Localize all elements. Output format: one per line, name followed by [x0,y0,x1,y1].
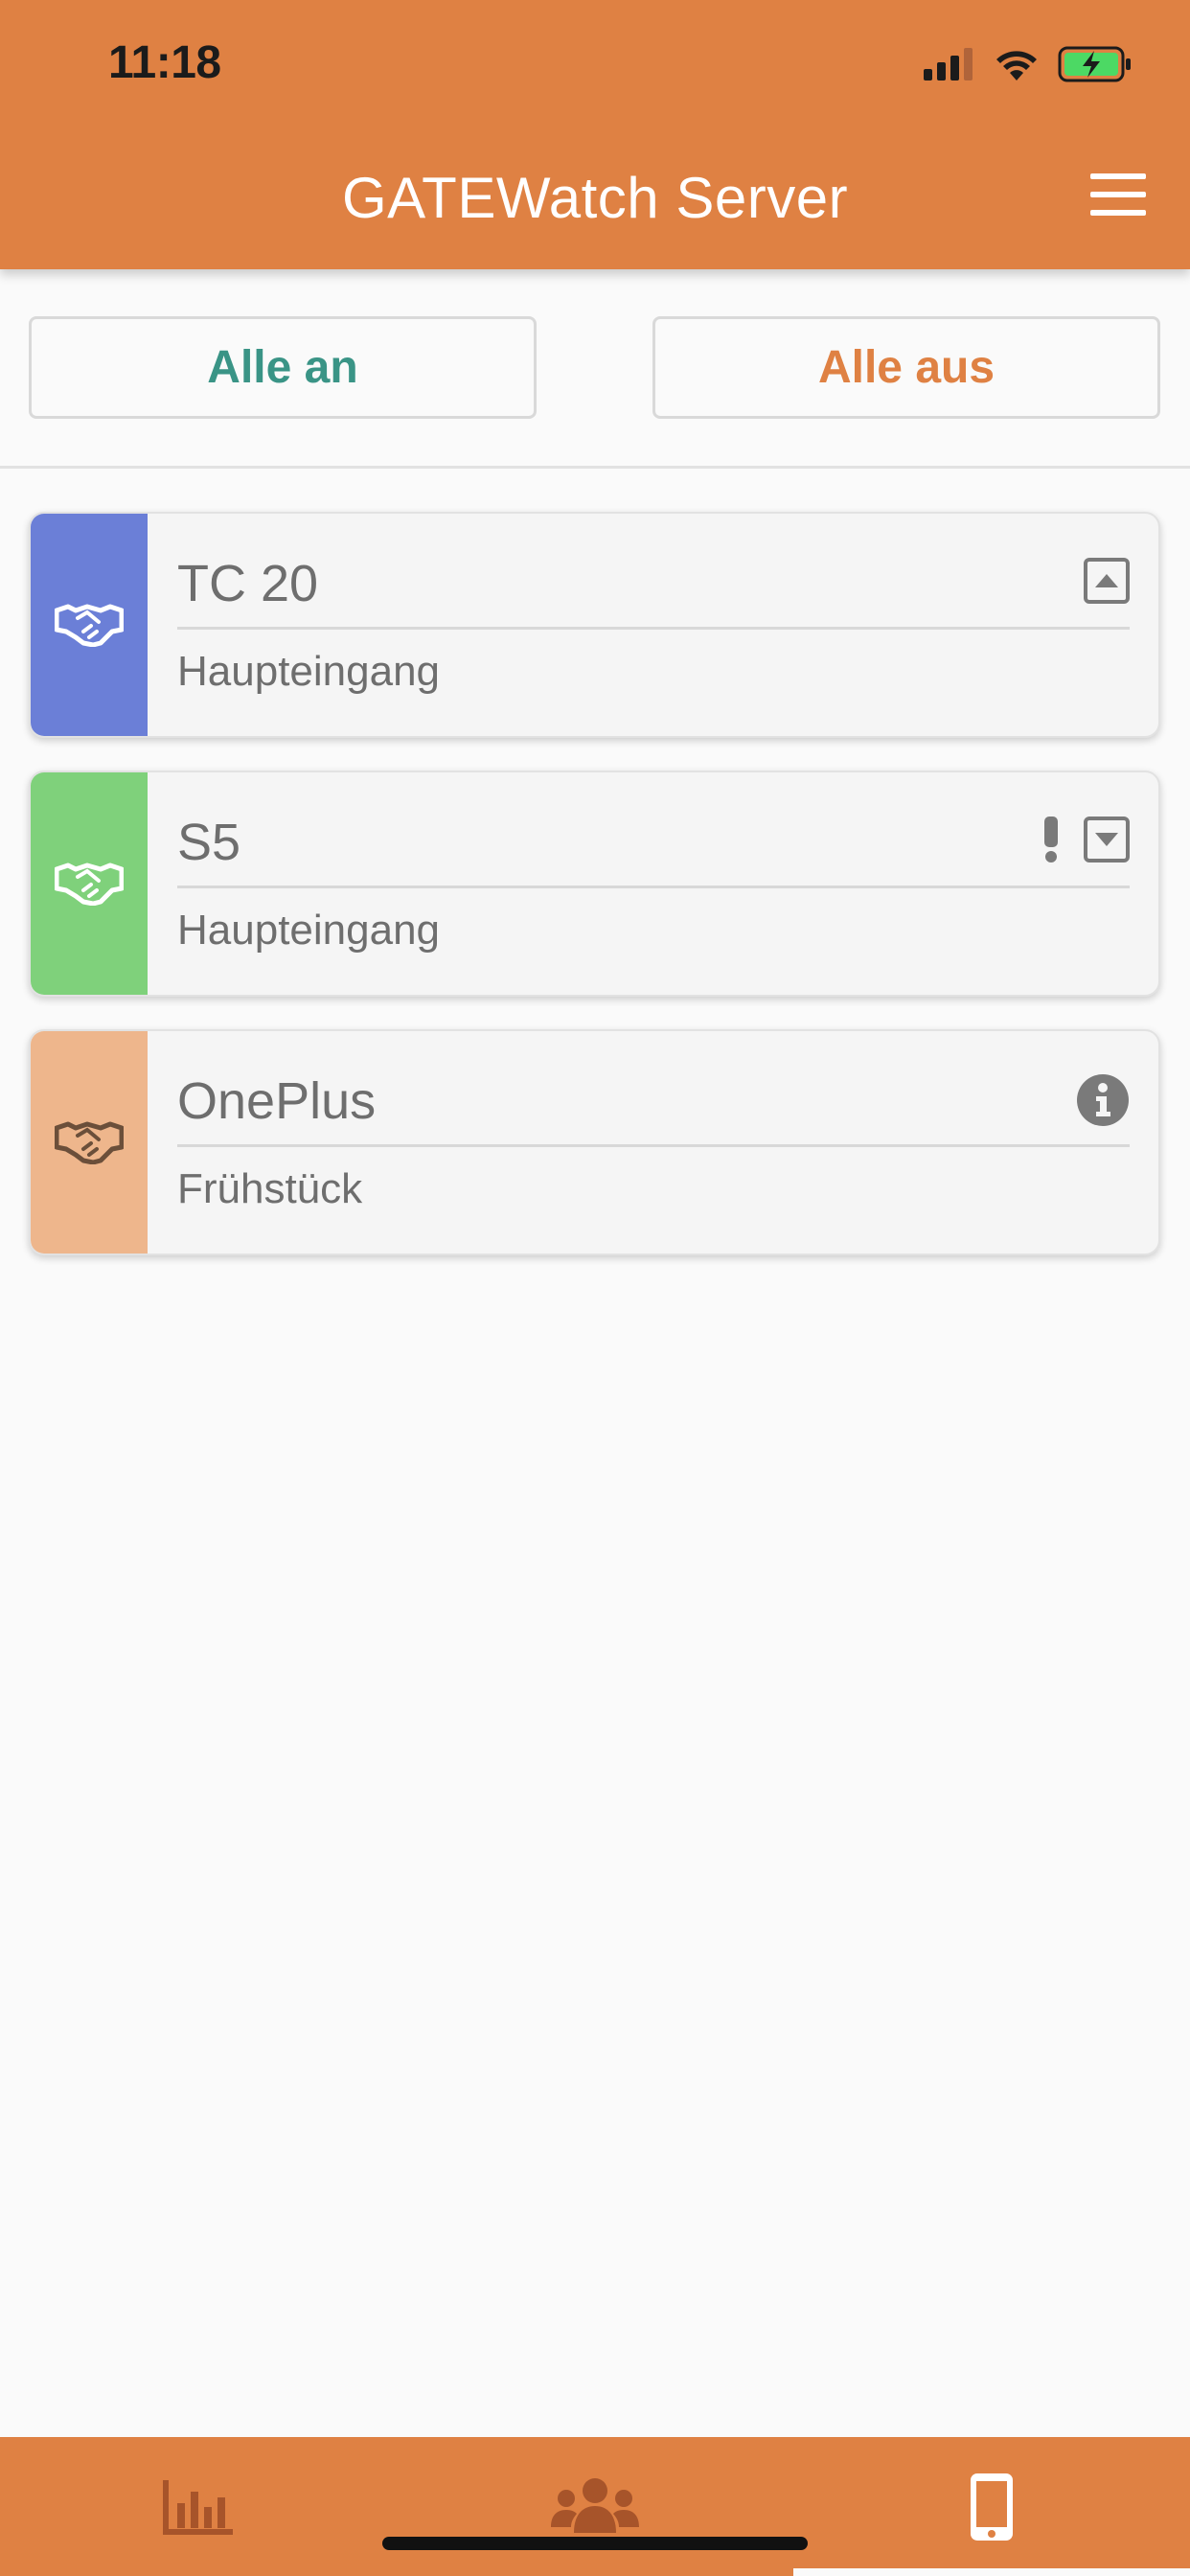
divider [0,466,1190,469]
tab-statistics[interactable] [0,2437,397,2576]
users-group-icon [551,2477,639,2533]
app-header: 11:18 GATEWatch Server [0,0,1190,269]
tab-users[interactable] [397,2437,793,2576]
device-card[interactable]: S5 Haupteingang [29,770,1160,997]
app-title: GATEWatch Server [341,166,849,230]
wifi-icon [996,51,1037,80]
warning-exclamation-icon [1044,816,1058,862]
status-time: 11:18 [108,37,221,88]
device-card[interactable]: TC 20 Haupteingang [29,512,1160,738]
signal-bars-icon [924,48,973,80]
status-icons [924,42,1133,86]
device-location: Frühstück [177,1165,363,1212]
info-icon[interactable] [1076,1073,1130,1127]
battery-charging-icon [1058,46,1131,82]
device-color-strip [31,772,148,995]
device-name: S5 [177,814,241,871]
all-off-button[interactable]: Alle aus [652,316,1160,419]
device-name: TC 20 [177,555,319,612]
handshake-icon [55,862,124,906]
active-tab-indicator [793,2568,1190,2576]
card-divider [177,886,1130,888]
tab-devices[interactable] [793,2437,1190,2576]
device-color-strip [31,514,148,736]
handshake-icon [55,1121,124,1164]
collapse-up-icon[interactable] [1084,558,1130,604]
all-on-button[interactable]: Alle an [29,316,537,419]
handshake-icon [55,604,124,647]
device-card[interactable]: OnePlus Frühstück [29,1029,1160,1255]
device-location: Haupteingang [177,907,441,954]
expand-down-icon[interactable] [1084,816,1130,862]
mobile-phone-icon [971,2472,1013,2541]
hamburger-menu-icon[interactable] [1090,173,1146,216]
device-color-strip [31,1031,148,1254]
card-divider [177,627,1130,630]
device-name: OnePlus [177,1072,377,1130]
bottom-nav [0,2437,1190,2576]
card-divider [177,1144,1130,1147]
device-location: Haupteingang [177,648,441,695]
bar-chart-icon [163,2479,233,2535]
home-indicator[interactable] [382,2537,808,2550]
